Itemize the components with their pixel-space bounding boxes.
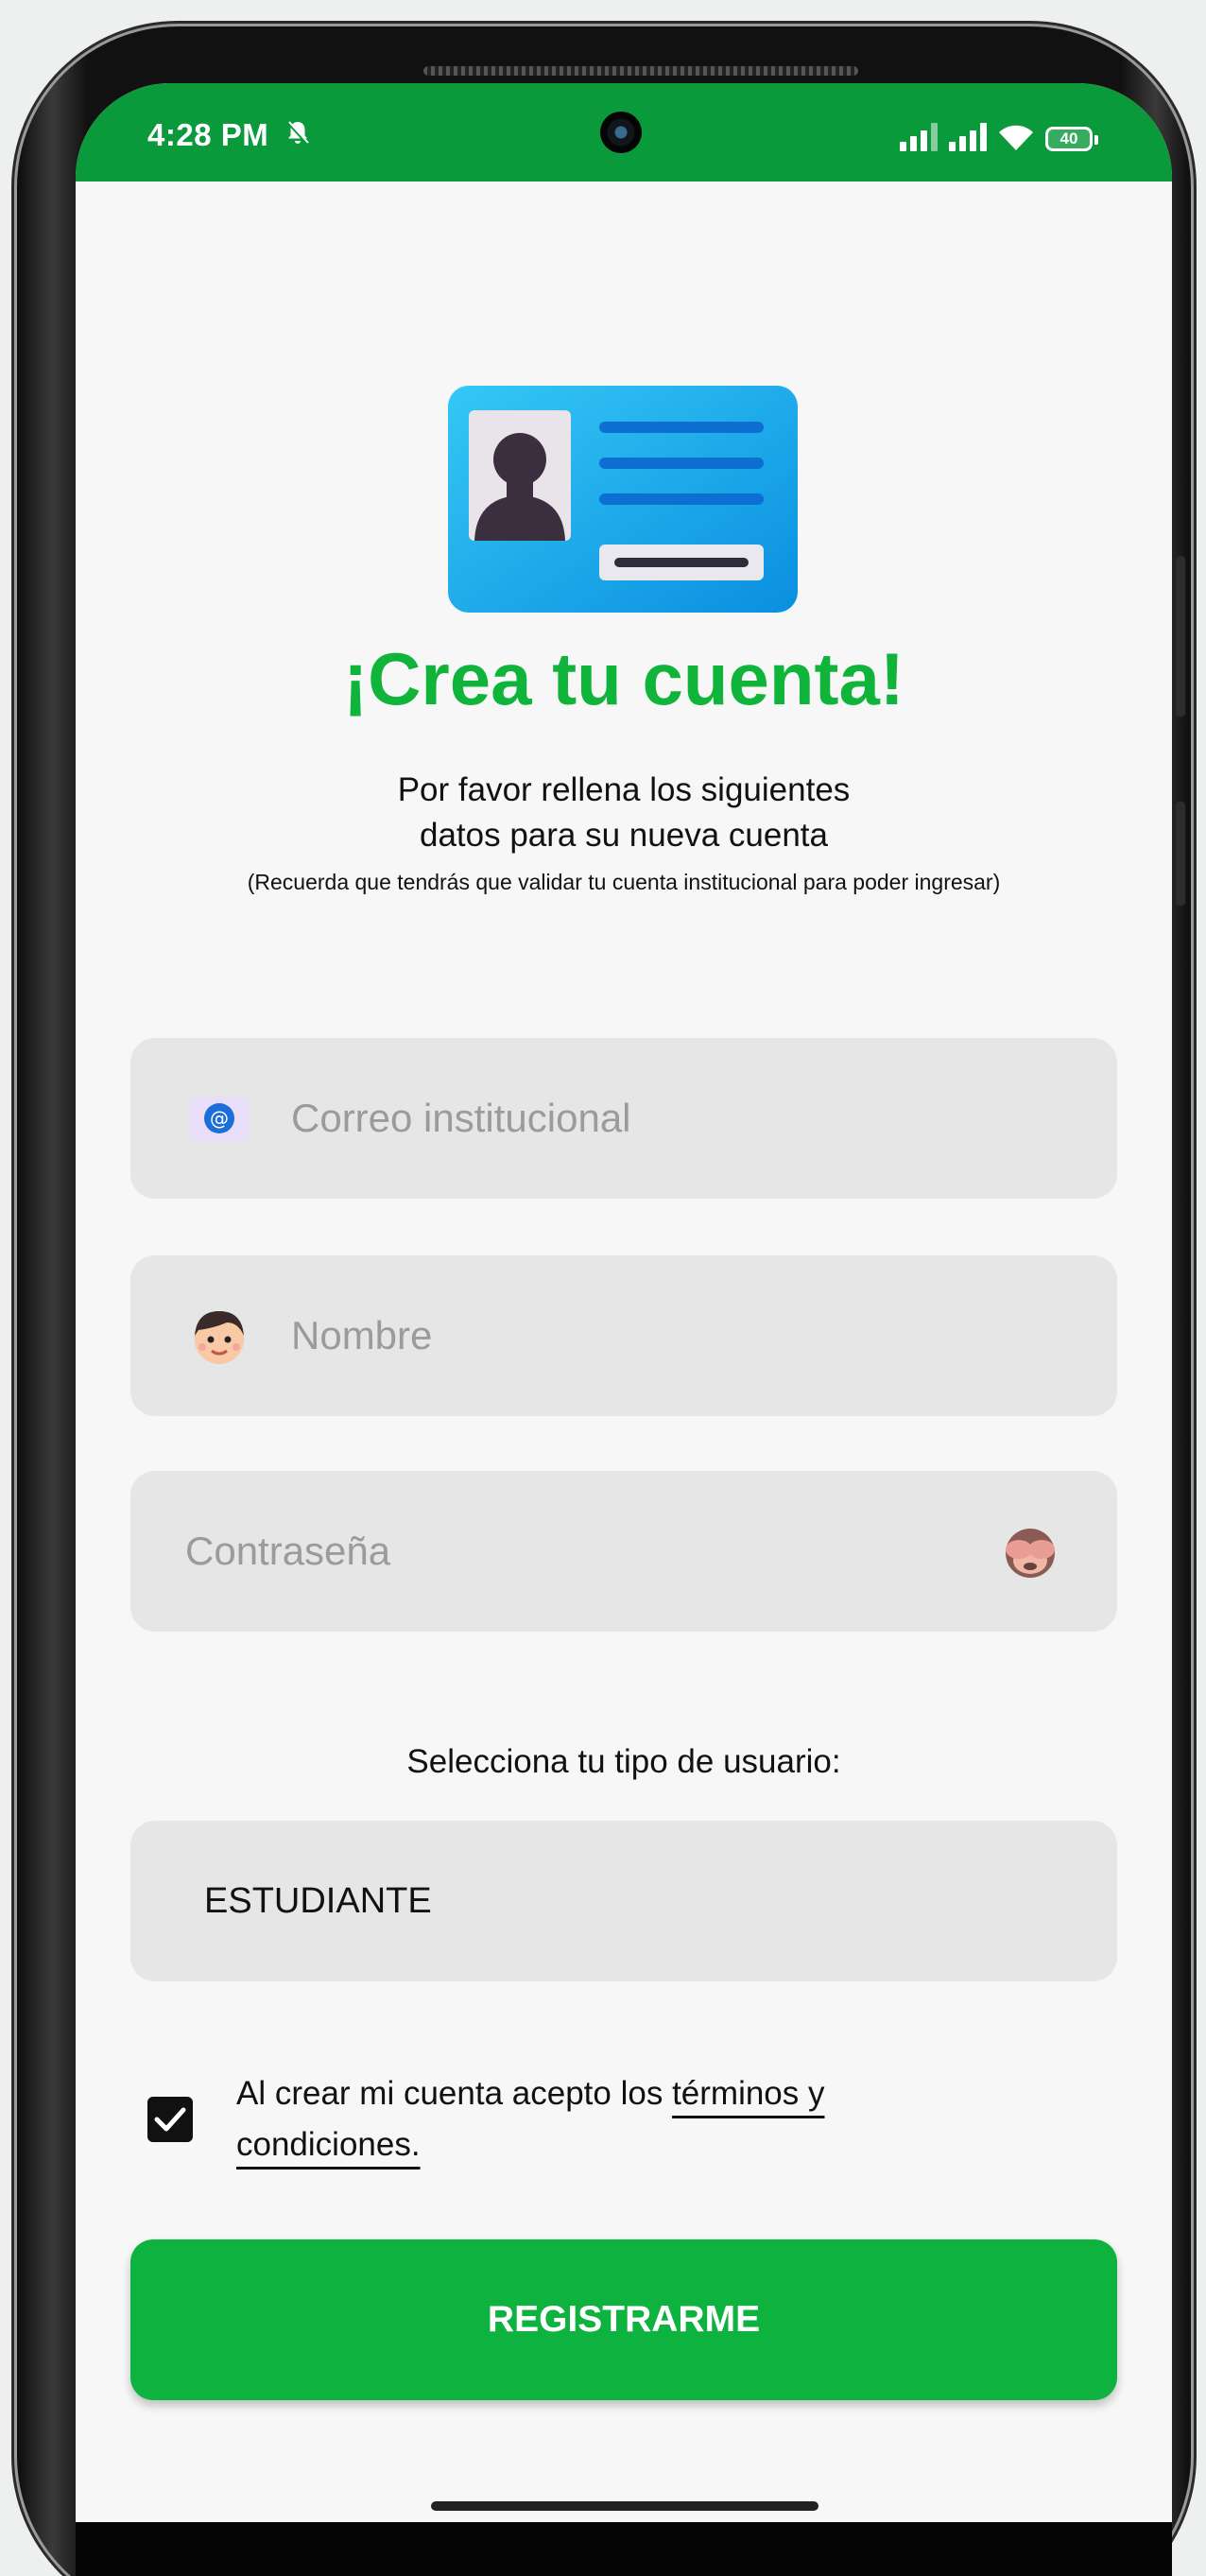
bell-mute-icon: [286, 121, 309, 146]
terms-prefix: Al crear mi cuenta acepto los: [236, 2075, 673, 2112]
terms-text: Al crear mi cuenta acepto los términos y…: [236, 2068, 1011, 2170]
terms-row: Al crear mi cuenta acepto los términos y…: [147, 2068, 1093, 2182]
id-card-icon: [448, 386, 798, 613]
user-type-select[interactable]: ESTUDIANTE: [130, 1821, 1117, 1981]
status-time: 4:28 PM: [147, 117, 269, 152]
earpiece-slot: [423, 66, 858, 76]
page-title: ¡Crea tu cuenta!: [343, 637, 904, 720]
volume-button: [1176, 556, 1185, 717]
status-bar: 4:28 PM 40: [76, 83, 1172, 182]
subtitle-line: Por favor rellena los siguientes: [397, 771, 851, 808]
user-type-label: Selecciona tu tipo de usuario:: [406, 1743, 841, 1780]
validation-note: (Recuerda que tendrás que validar tu cue…: [247, 870, 1001, 894]
front-camera-icon: [600, 112, 642, 153]
bottom-bezel: [76, 2522, 1172, 2576]
svg-text:@: @: [210, 1107, 229, 1130]
email-field[interactable]: @: [130, 1038, 1117, 1199]
cellular-signal-icon: [900, 123, 938, 151]
battery-icon: 40: [1045, 127, 1098, 151]
user-type-value: ESTUDIANTE: [204, 1881, 432, 1921]
page-subtitle: Por favor rellena los siguientes datos p…: [76, 768, 1172, 858]
home-indicator[interactable]: [431, 2501, 818, 2511]
email-at-icon: @: [189, 1098, 250, 1141]
name-field[interactable]: [130, 1255, 1117, 1416]
name-input[interactable]: [291, 1255, 1085, 1416]
subtitle-line: datos para su nueva cuenta: [420, 817, 828, 854]
see-no-evil-monkey-icon[interactable]: [996, 1517, 1064, 1585]
person-face-icon: [195, 1311, 244, 1364]
terms-checkbox[interactable]: [147, 2097, 193, 2142]
password-field[interactable]: [130, 1471, 1117, 1632]
status-icons: 40: [900, 117, 1098, 151]
canvas: 4:28 PM 40 ¡Crea tu cuenta! Por favor re…: [0, 0, 1206, 2576]
wifi-icon: [999, 125, 1033, 150]
register-button[interactable]: REGISTRARME: [130, 2239, 1117, 2400]
screen: 4:28 PM 40 ¡Crea tu cuenta! Por favor re…: [76, 83, 1172, 2576]
cellular-signal-icon: [949, 123, 987, 151]
password-input[interactable]: [185, 1471, 979, 1632]
power-button: [1176, 802, 1185, 906]
email-input[interactable]: [291, 1038, 1085, 1199]
